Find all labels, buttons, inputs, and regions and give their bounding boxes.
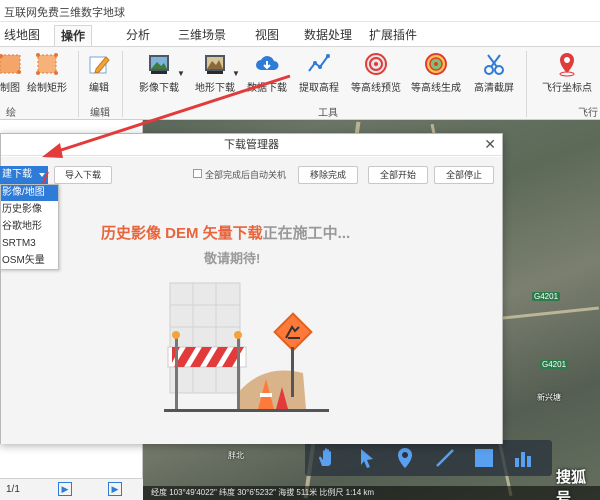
ribbon-group-draw: 绘: [6, 108, 16, 119]
chevron-down-icon: [39, 173, 45, 177]
title-bar: 互联网免费三维数字地球: [0, 0, 600, 22]
menu-item-imagery-map[interactable]: 影像/地图: [1, 185, 58, 201]
terrain-download-caret-icon[interactable]: ▼: [232, 69, 240, 78]
draw-rectangle-button[interactable]: 绘制矩形: [24, 51, 70, 94]
ribbon: 制图 绘制矩形 绘 编辑 编辑 影像下载 ▼ 地形下载 ▼ 数据下载 提取高程 …: [0, 46, 600, 120]
elevation-icon: [308, 54, 330, 72]
map-toolbar: [305, 440, 552, 476]
barrier-post: [237, 335, 240, 409]
ribbon-tabs: 线地图 操作 分析 三维场景 视图 数据处理 扩展插件: [0, 22, 600, 46]
page-indicator: 1/1: [6, 484, 20, 495]
warning-light: [234, 331, 242, 339]
status-bar: 经度 103°49'4022" 纬度 30°6'5232" 海拔 511米 比例…: [143, 486, 600, 500]
extract-elevation-button[interactable]: 提取高程: [297, 51, 341, 94]
contour-preview-icon: [365, 53, 387, 75]
line-icon[interactable]: [433, 446, 457, 470]
ribbon-separator: [526, 51, 527, 117]
stay-tuned-message: 敬请期待!: [204, 251, 261, 266]
construction-sign-icon: [273, 312, 313, 352]
tab-online-map[interactable]: 线地图: [0, 25, 46, 46]
data-download-button[interactable]: 数据下载: [245, 51, 289, 94]
ground-line: [164, 409, 329, 412]
tab-analysis[interactable]: 分析: [120, 25, 156, 46]
contour-generate-icon: [425, 53, 447, 75]
start-all-button[interactable]: 全部开始: [368, 166, 428, 184]
hd-screenshot-button[interactable]: 高清截屏: [470, 51, 518, 94]
rectangle-draw-icon: [36, 53, 58, 75]
ribbon-group-flight: 飞行: [578, 108, 598, 119]
pencil-icon: [89, 56, 110, 74]
rectangle-icon[interactable]: [472, 446, 496, 470]
map-place-label: 胖北: [228, 451, 244, 460]
remove-completed-button[interactable]: 移除完成: [298, 166, 358, 184]
menu-item-srtm3[interactable]: SRTM3: [1, 236, 58, 252]
tab-3d-scene[interactable]: 三维场景: [172, 25, 232, 46]
terrain-download-icon: [205, 55, 225, 74]
edit-button[interactable]: 编辑: [84, 51, 114, 94]
import-download-button[interactable]: 导入下载: [54, 166, 112, 184]
construction-highlight: 历史影像 DEM 矢量下载: [101, 225, 263, 242]
pager: 1/1 ▶ ▶: [0, 478, 143, 500]
map-place-label: 新兴塘: [537, 393, 561, 402]
chart-icon[interactable]: [511, 446, 535, 470]
menu-item-google-terrain[interactable]: 谷歌地形: [1, 219, 58, 235]
ribbon-group-tools: 工具: [318, 108, 338, 119]
contour-generate-button[interactable]: 等高线生成: [409, 51, 463, 94]
barrier-post: [175, 335, 178, 409]
highway-badge: G4201: [540, 360, 569, 369]
last-page-icon[interactable]: ▶: [108, 482, 122, 496]
auto-shutdown-label: 全部完成后自动关机: [205, 170, 287, 180]
highway-badge: G4201: [532, 292, 561, 301]
map-pin-icon: [559, 53, 575, 77]
auto-shutdown-checkbox[interactable]: [193, 169, 202, 178]
download-type-menu: 影像/地图 历史影像 谷歌地形 SRTM3 OSM矢量: [0, 184, 59, 270]
sign-post: [291, 347, 294, 397]
ribbon-separator: [78, 51, 79, 117]
construction-message: 历史影像 DEM 矢量下载正在施工中...: [101, 222, 350, 243]
app-title: 互联网免费三维数字地球: [4, 7, 125, 19]
menu-item-historical-imagery[interactable]: 历史影像: [1, 202, 58, 218]
new-download-label: 建下载: [2, 169, 32, 180]
tab-extensions[interactable]: 扩展插件: [363, 25, 423, 46]
building-outline: [169, 282, 241, 394]
pointer-icon[interactable]: [355, 446, 379, 470]
new-download-button[interactable]: 建下载: [0, 166, 48, 184]
menu-item-osm-vector[interactable]: OSM矢量: [1, 253, 58, 269]
dialog-title: 下载管理器: [1, 134, 502, 156]
stop-all-button[interactable]: 全部停止: [434, 166, 494, 184]
contour-preview-button[interactable]: 等高线预览: [349, 51, 403, 94]
ribbon-group-edit: 编辑: [90, 108, 110, 119]
close-icon[interactable]: ✕: [484, 137, 496, 151]
warning-light: [172, 331, 180, 339]
pin-icon[interactable]: [393, 446, 417, 470]
cloud-download-icon: [256, 56, 279, 70]
tab-data-processing[interactable]: 数据处理: [298, 25, 358, 46]
cone-stripe: [260, 393, 272, 397]
next-page-icon[interactable]: ▶: [58, 482, 72, 496]
flight-coordinate-button[interactable]: 飞行坐标点: [538, 51, 596, 94]
construction-tail: 正在施工中...: [262, 225, 351, 242]
image-download-icon: [149, 55, 169, 74]
tab-operation[interactable]: 操作: [54, 25, 93, 46]
draw-map-icon: [0, 54, 21, 74]
tab-view[interactable]: 视图: [249, 25, 285, 46]
construction-illustration: [164, 282, 329, 412]
scissors-icon: [484, 54, 504, 75]
ribbon-separator: [122, 51, 123, 117]
image-download-caret-icon[interactable]: ▼: [177, 69, 185, 78]
hand-icon[interactable]: [315, 446, 339, 470]
watermark: 搜狐号: [556, 469, 587, 500]
